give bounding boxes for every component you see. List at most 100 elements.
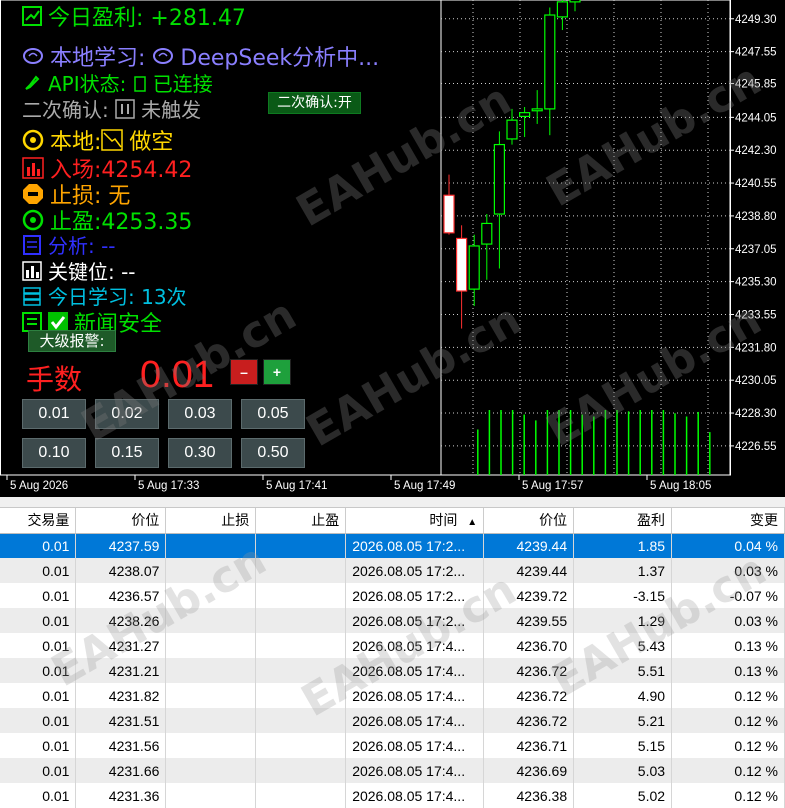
lot-button-0-30[interactable]: 0.30	[168, 438, 232, 468]
trade-table[interactable]: 交易量 价位 止损 止盈 时间 ▲ 价位 盈利 变更 0.01 4237.59 20…	[0, 508, 785, 808]
candle-body	[518, 112, 531, 118]
candle-body	[481, 222, 493, 245]
price-tick-label: 4237.05	[735, 244, 777, 256]
col-volume[interactable]: 交易量	[0, 508, 77, 534]
candle-body	[506, 119, 518, 140]
cell-current-price: 4236.70	[483, 633, 575, 658]
price-tick-label: 4238.80	[735, 211, 777, 223]
price-tick-label: 4240.55	[735, 178, 777, 190]
cell-change: -0.07 %	[671, 583, 785, 608]
table-row[interactable]: 0.01 4231.51 2026.08.05 17:4... 4236.72 5.21…	[0, 708, 785, 733]
cell-time: 2026.08.05 17:4...	[345, 758, 485, 783]
price-tick-label: 4231.80	[735, 342, 777, 354]
confirm-label: 二次确认:	[22, 98, 116, 122]
cell-time: 2026.08.05 17:4...	[345, 783, 485, 808]
profit-row: 今日盈利: +281.47	[22, 0, 246, 32]
big-alert-button[interactable]: 大级报警:	[28, 330, 116, 352]
lot-button-0-15[interactable]: 0.15	[95, 438, 159, 468]
cell-take-profit	[255, 683, 347, 708]
splitter[interactable]	[0, 497, 785, 508]
cell-volume: 0.01	[0, 783, 77, 808]
decrease-lots-button[interactable]: –	[230, 359, 258, 385]
col-change[interactable]: 变更	[671, 508, 785, 534]
cell-take-profit	[255, 658, 347, 683]
time-tick-label: 5 Aug 2026	[10, 480, 68, 492]
cell-change: 0.12 %	[671, 683, 785, 708]
table-row[interactable]: 0.01 4238.26 2026.08.05 17:2... 4239.55 1.29…	[0, 608, 785, 633]
price-tick-label: 4226.55	[735, 441, 777, 453]
cell-stop-loss	[165, 683, 257, 708]
cell-volume: 0.01	[0, 708, 77, 733]
cell-stop-loss	[165, 533, 257, 558]
lot-button-0-50[interactable]: 0.50	[241, 438, 305, 468]
cell-take-profit	[255, 558, 347, 583]
col-open-price[interactable]: 价位	[75, 508, 167, 534]
cell-volume: 0.01	[0, 733, 77, 758]
table-row[interactable]: 0.01 4231.66 2026.08.05 17:4... 4236.69 5.03…	[0, 758, 785, 783]
lot-button-0-10[interactable]: 0.10	[22, 438, 86, 468]
price-tick-label: 4233.55	[735, 309, 777, 321]
cell-take-profit	[255, 758, 347, 783]
candle-body	[556, 1, 569, 18]
cell-volume: 0.01	[0, 583, 77, 608]
cell-current-price: 4236.38	[483, 783, 575, 808]
cell-current-price: 4236.72	[483, 708, 575, 733]
table-row[interactable]: 0.01 4231.27 2026.08.05 17:4... 4236.70 5.43…	[0, 633, 785, 658]
cell-volume: 0.01	[0, 758, 77, 783]
cell-open-price: 4231.56	[75, 733, 167, 758]
time-tick-label: 5 Aug 18:05	[650, 480, 711, 492]
cell-profit: 5.51	[573, 658, 673, 683]
cell-take-profit	[255, 583, 347, 608]
col-profit[interactable]: 盈利	[573, 508, 673, 534]
col-stop-loss[interactable]: 止损	[165, 508, 257, 534]
cell-take-profit	[255, 783, 347, 808]
cell-open-price: 4236.57	[75, 583, 167, 608]
cell-open-price: 4231.51	[75, 708, 167, 733]
cell-current-price: 4239.72	[483, 583, 575, 608]
cell-profit: 5.15	[573, 733, 673, 758]
candle-body	[456, 237, 468, 292]
cell-time: 2026.08.05 17:4...	[345, 708, 485, 733]
col-current-price[interactable]: 价位	[483, 508, 575, 534]
cell-open-price: 4231.82	[75, 683, 167, 708]
time-tick-label: 5 Aug 17:33	[138, 480, 199, 492]
lot-button-0-03[interactable]: 0.03	[168, 399, 232, 429]
cell-take-profit	[255, 733, 347, 758]
cell-change: 0.12 %	[671, 708, 785, 733]
sort-asc-icon: ▲	[467, 517, 478, 529]
table-row[interactable]: 0.01 4231.36 2026.08.05 17:4... 4236.38 5.02…	[0, 783, 785, 808]
cell-profit: 5.43	[573, 633, 673, 658]
increase-lots-button[interactable]: +	[263, 359, 291, 385]
col-take-profit[interactable]: 止盈	[255, 508, 347, 534]
lot-button-0-01[interactable]: 0.01	[22, 399, 86, 429]
table-row[interactable]: 0.01 4231.82 2026.08.05 17:4... 4236.72 4.90…	[0, 683, 785, 708]
cell-profit: 5.02	[573, 783, 673, 808]
checkbox-chart-icon	[22, 6, 42, 32]
cell-time: 2026.08.05 17:2...	[345, 608, 485, 633]
confirm-toggle-button[interactable]: 二次确认:开	[268, 92, 361, 114]
cell-change: 0.03 %	[671, 558, 785, 583]
cell-profit: 4.90	[573, 683, 673, 708]
candle-body	[544, 14, 556, 110]
col-time[interactable]: 时间 ▲	[345, 508, 485, 534]
table-row[interactable]: 0.01 4231.21 2026.08.05 17:4... 4236.72 5.51…	[0, 658, 785, 683]
price-tick-label: 4244.05	[735, 112, 777, 124]
cell-volume: 0.01	[0, 683, 77, 708]
price-tick-label: 4235.30	[735, 277, 777, 289]
cell-open-price: 4231.21	[75, 658, 167, 683]
table-row[interactable]: 0.01 4237.59 2026.08.05 17:2... 4239.44 1.85…	[0, 533, 785, 558]
cell-stop-loss	[165, 583, 257, 608]
price-tick-label: 4230.05	[735, 375, 777, 387]
lot-button-0-05[interactable]: 0.05	[241, 399, 305, 429]
table-row[interactable]: 0.01 4236.57 2026.08.05 17:2... 4239.72 -3.1…	[0, 583, 785, 608]
cell-volume: 0.01	[0, 558, 77, 583]
lot-button-0-02[interactable]: 0.02	[95, 399, 159, 429]
table-row[interactable]: 0.01 4238.07 2026.08.05 17:2... 4239.44 1.37…	[0, 558, 785, 583]
grid-box-icon	[115, 99, 135, 124]
lots-value: 0.01	[140, 354, 214, 396]
table-row[interactable]: 0.01 4231.56 2026.08.05 17:4... 4236.71 5.15…	[0, 733, 785, 758]
lots-label: 手数	[26, 363, 83, 396]
cell-take-profit	[255, 608, 347, 633]
chart-window[interactable]: 4249.30 4247.55 4245.85 4244.05 4242.30 4240.…	[0, 0, 785, 497]
cell-profit: 5.03	[573, 758, 673, 783]
